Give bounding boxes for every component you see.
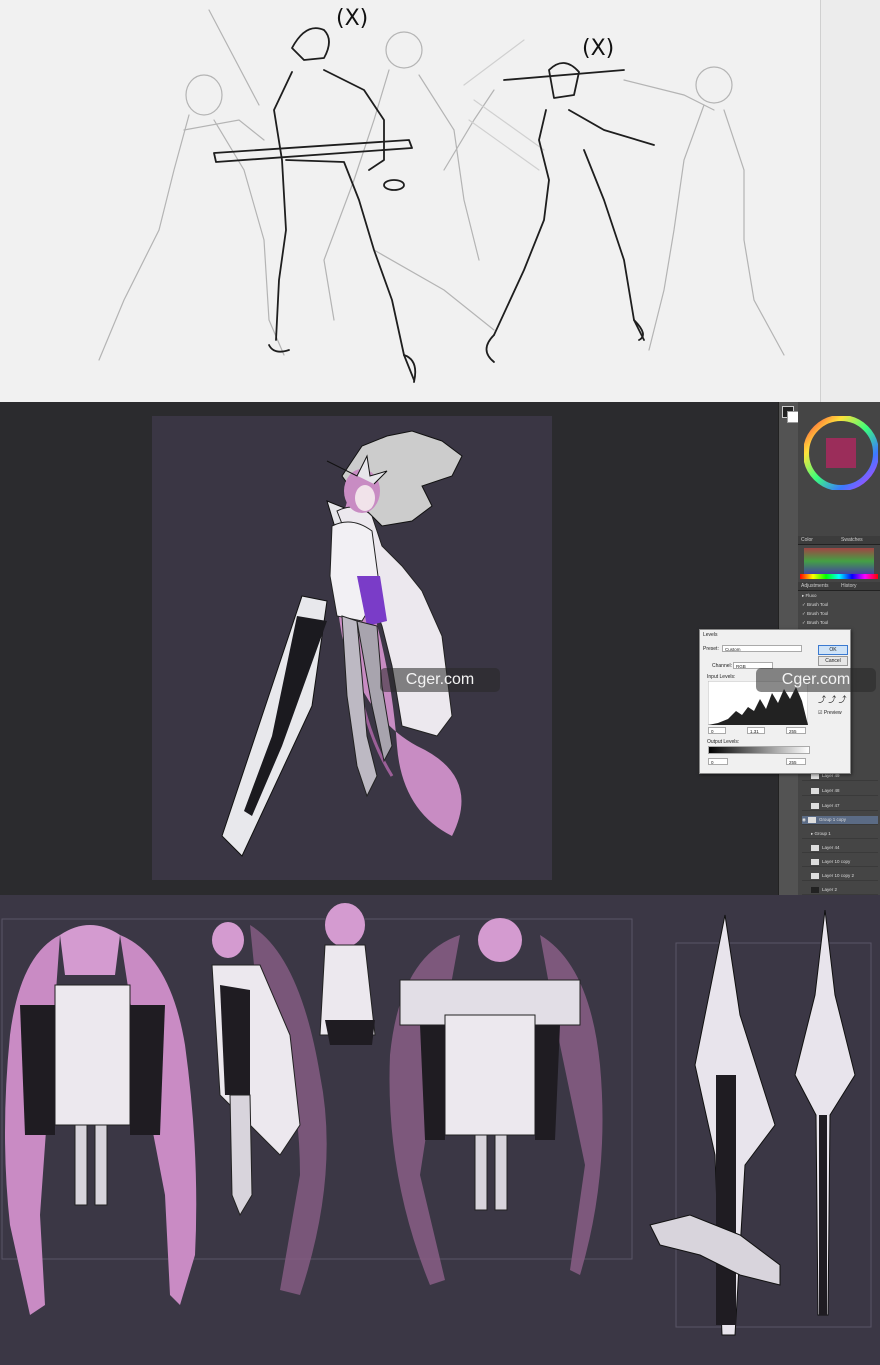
main-pose-lines xyxy=(213,27,655,383)
brush-icon: ✓ xyxy=(802,620,806,625)
layer-row-selected[interactable]: ◉ Group 1 copy xyxy=(802,816,878,825)
layer-row[interactable]: Layer 10 copy 2 xyxy=(802,872,878,881)
history-item[interactable]: ▸ Fluxo xyxy=(802,592,878,600)
right-strip xyxy=(820,0,880,402)
color-sliders[interactable] xyxy=(804,548,874,574)
channel-label: Channel: xyxy=(712,663,733,669)
history-item[interactable]: ✓ Brush Tool xyxy=(802,610,878,618)
output-gradient xyxy=(708,746,810,754)
pose-sketch xyxy=(98,9,785,383)
preset-label: Preset: xyxy=(703,646,719,652)
tab-history[interactable]: History xyxy=(838,582,880,591)
x-mark-label: (X) xyxy=(582,36,615,61)
watermark: Cger.com xyxy=(756,668,876,692)
output-black-field[interactable]: 0 xyxy=(708,758,728,765)
input-black-field[interactable]: 0 xyxy=(708,727,726,734)
output-white-field[interactable]: 255 xyxy=(786,758,806,765)
back-detail-figure xyxy=(319,903,376,1045)
sketch-canvas: (X) (X) xyxy=(24,0,820,402)
tab-color[interactable]: Color xyxy=(798,536,838,545)
preset-select[interactable]: Custom xyxy=(722,645,802,652)
layer-row[interactable]: Layer 47 xyxy=(802,802,878,811)
layer-row[interactable]: Layer 44 xyxy=(802,844,878,853)
layer-row[interactable]: ▸ Group 1 xyxy=(802,830,878,839)
layer-row[interactable]: Layer 10 copy xyxy=(802,858,878,867)
history-item[interactable]: ✓ Brush Tool xyxy=(802,619,878,627)
dialog-title: Levels xyxy=(703,632,718,638)
history-item[interactable]: ✓ Brush Tool xyxy=(802,601,878,609)
cancel-button[interactable]: Cancel xyxy=(818,656,848,666)
tab-adjustments[interactable]: Adjustments xyxy=(798,582,838,591)
left-ruler xyxy=(0,0,25,402)
sketch-panel: (X) (X) xyxy=(0,0,880,402)
brush-icon: ✓ xyxy=(802,611,806,616)
folder-icon: ▸ xyxy=(811,831,814,836)
input-gamma-field[interactable]: 1.31 xyxy=(747,727,765,734)
brush-icon: ✓ xyxy=(802,602,806,607)
eye-icon[interactable]: ◉ xyxy=(802,817,806,822)
preview-checkbox[interactable]: ☑ Preview xyxy=(818,710,842,716)
spectrum-bar[interactable] xyxy=(800,574,878,579)
front-view-figure xyxy=(389,918,603,1285)
watermark: Cger.com xyxy=(380,668,500,692)
input-white-field[interactable]: 255 xyxy=(786,727,806,734)
output-levels-label: Output Levels: xyxy=(707,739,740,745)
document-canvas[interactable] xyxy=(152,416,552,880)
eyedropper-icons[interactable]: ⤴ ⤴ ⤴ xyxy=(818,694,846,705)
weapon-turnaround xyxy=(649,909,856,1336)
color-wheel-icon[interactable] xyxy=(804,416,878,490)
faint-construction-lines xyxy=(98,9,785,361)
tab-swatches[interactable]: Swatches xyxy=(838,536,880,545)
x-mark-label: (X) xyxy=(336,6,369,31)
layer-row[interactable]: Layer 2 xyxy=(802,886,878,895)
layer-row[interactable]: Layer 48 xyxy=(802,787,878,796)
character-turnaround-sheet xyxy=(0,895,880,1365)
side-view-figure xyxy=(211,922,327,1295)
back-view-figure xyxy=(5,925,197,1315)
character-illustration xyxy=(221,430,463,857)
levels-dialog[interactable]: Levels Preset: Custom OK Cancel Channel:… xyxy=(699,629,851,774)
ok-button[interactable]: OK xyxy=(818,645,848,655)
photoshop-workspace: Cger.com Cger.com Color Swatches Adjustm… xyxy=(0,402,880,895)
turnaround-artwork xyxy=(1,903,872,1336)
input-levels-label: Input Levels: xyxy=(707,674,736,680)
